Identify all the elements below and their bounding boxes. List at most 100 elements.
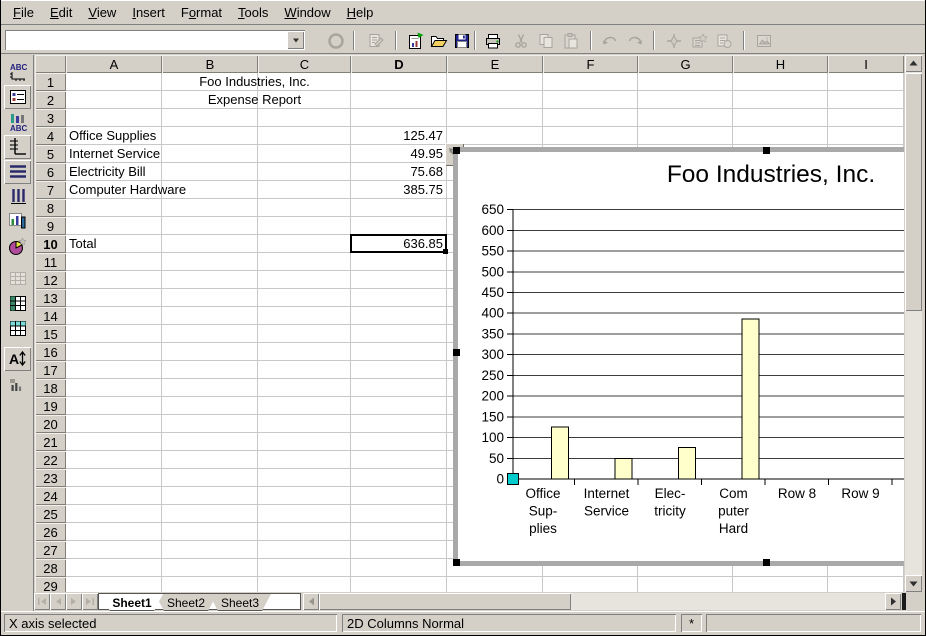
row-header-12[interactable]: 12 [35, 271, 66, 289]
scrollbar-split-handle[interactable] [902, 593, 906, 610]
column-header-H[interactable]: H [733, 55, 828, 73]
x-axis-label[interactable]: Hard [719, 521, 748, 536]
x-axis-selection-handle[interactable] [507, 473, 519, 485]
row-header-6[interactable]: 6 [35, 163, 66, 181]
scale-text-button[interactable]: A [4, 347, 31, 371]
chart-bar[interactable] [742, 319, 759, 479]
row-header-14[interactable]: 14 [35, 307, 66, 325]
row-header-5[interactable]: 5 [35, 145, 66, 163]
menu-edit[interactable]: Edit [42, 2, 80, 23]
row-header-11[interactable]: 11 [35, 253, 66, 271]
chart-bar[interactable] [615, 458, 632, 479]
row-header-9[interactable]: 9 [35, 217, 66, 235]
x-axis-label[interactable]: Internet [584, 486, 630, 501]
axes-title-button[interactable]: ABC [4, 110, 31, 134]
row-header-4[interactable]: 4 [35, 127, 66, 145]
chart-type-button[interactable] [4, 210, 31, 234]
chart-bar[interactable] [679, 448, 696, 479]
x-axis-label[interactable]: Service [584, 504, 629, 519]
last-sheet-button[interactable] [82, 593, 98, 610]
row-header-1[interactable]: 1 [35, 73, 66, 91]
chart-bar[interactable] [552, 427, 569, 479]
row-header-15[interactable]: 15 [35, 325, 66, 343]
column-header-B[interactable]: B [162, 55, 258, 73]
row-header-26[interactable]: 26 [35, 523, 66, 541]
tab-sheet3[interactable]: Sheet3 [209, 594, 271, 611]
open-button[interactable] [428, 30, 450, 52]
vertical-scrollbar[interactable] [905, 55, 922, 592]
row-header-18[interactable]: 18 [35, 379, 66, 397]
cell-reference-combobox[interactable] [5, 30, 305, 50]
row-header-8[interactable]: 8 [35, 199, 66, 217]
row-header-22[interactable]: 22 [35, 451, 66, 469]
chart-selection-handle-bottom-mid[interactable] [763, 559, 770, 566]
cell-reference-input[interactable] [7, 32, 283, 47]
x-axis-label[interactable]: tricity [654, 504, 686, 519]
fill-handle[interactable] [443, 249, 448, 254]
data-in-columns-button[interactable] [4, 317, 31, 341]
first-sheet-button[interactable] [34, 593, 50, 610]
x-axis-label[interactable]: Elec- [655, 486, 686, 501]
tab-sheet2[interactable]: Sheet2 [155, 594, 217, 611]
next-sheet-button[interactable] [66, 593, 82, 610]
row-header-2[interactable]: 2 [35, 91, 66, 109]
menu-help[interactable]: Help [339, 2, 382, 23]
menu-view[interactable]: View [80, 2, 124, 23]
row-header-23[interactable]: 23 [35, 469, 66, 487]
combo-dropdown-button[interactable] [287, 31, 304, 49]
chart-selection-handle-top-mid[interactable] [763, 147, 770, 154]
embedded-chart[interactable]: Foo Industries, Inc.05010015020025030035… [453, 147, 904, 566]
menu-insert[interactable]: Insert [124, 2, 173, 23]
chart-title-button[interactable]: ABC [4, 60, 31, 84]
x-axis-label[interactable]: Office [525, 486, 560, 501]
chart-title[interactable]: Foo Industries, Inc. [667, 161, 875, 188]
autoformat-chart-button[interactable] [4, 235, 31, 259]
row-header-19[interactable]: 19 [35, 397, 66, 415]
column-header-C[interactable]: C [258, 55, 351, 73]
row-header-25[interactable]: 25 [35, 505, 66, 523]
selected-cell-border[interactable] [350, 234, 447, 253]
horizontal-scroll-thumb[interactable] [319, 593, 571, 610]
select-all-corner[interactable] [35, 55, 66, 73]
tab-sheet1[interactable]: Sheet1 [101, 594, 163, 611]
x-axis-label[interactable]: Com [719, 486, 748, 501]
row-header-24[interactable]: 24 [35, 487, 66, 505]
hscroll-right-button[interactable] [885, 593, 901, 610]
row-header-29[interactable]: 29 [35, 577, 66, 592]
column-header-F[interactable]: F [543, 55, 638, 73]
column-header-A[interactable]: A [66, 55, 162, 73]
save-button[interactable] [451, 30, 473, 52]
x-axis-label[interactable]: Row 9 [841, 486, 879, 501]
menu-tools[interactable]: Tools [230, 2, 276, 23]
row-header-17[interactable]: 17 [35, 361, 66, 379]
chart-legend-button[interactable] [4, 85, 31, 109]
data-in-rows-button[interactable] [4, 292, 31, 316]
reorganize-chart-button[interactable] [4, 372, 31, 396]
row-header-7[interactable]: 7 [35, 181, 66, 199]
new-document-button[interactable] [405, 30, 427, 52]
horizontal-grid-button[interactable] [4, 160, 31, 184]
vertical-grid-button[interactable] [4, 185, 31, 209]
column-header-E[interactable]: E [447, 55, 543, 73]
chart-selection-handle-top-left[interactable] [453, 147, 460, 154]
scroll-up-button[interactable] [905, 55, 922, 72]
column-header-D[interactable]: D [351, 55, 447, 73]
row-header-10[interactable]: 10 [35, 235, 66, 253]
menu-window[interactable]: Window [276, 2, 338, 23]
x-axis-label[interactable]: plies [529, 521, 557, 536]
chart-selection-handle-left-mid[interactable] [453, 349, 460, 356]
row-header-27[interactable]: 27 [35, 541, 66, 559]
row-header-28[interactable]: 28 [35, 559, 66, 577]
vertical-scroll-thumb[interactable] [905, 73, 922, 311]
row-header-20[interactable]: 20 [35, 415, 66, 433]
print-button[interactable] [482, 30, 504, 52]
hscroll-left-button[interactable] [303, 593, 319, 610]
x-axis-label[interactable]: Sup- [529, 504, 558, 519]
menu-file[interactable]: File [5, 2, 42, 23]
x-axis-label[interactable]: Row 8 [778, 486, 816, 501]
scroll-down-button[interactable] [905, 575, 922, 592]
row-header-21[interactable]: 21 [35, 433, 66, 451]
row-header-13[interactable]: 13 [35, 289, 66, 307]
chart-axes-button[interactable] [4, 135, 31, 159]
row-header-3[interactable]: 3 [35, 109, 66, 127]
